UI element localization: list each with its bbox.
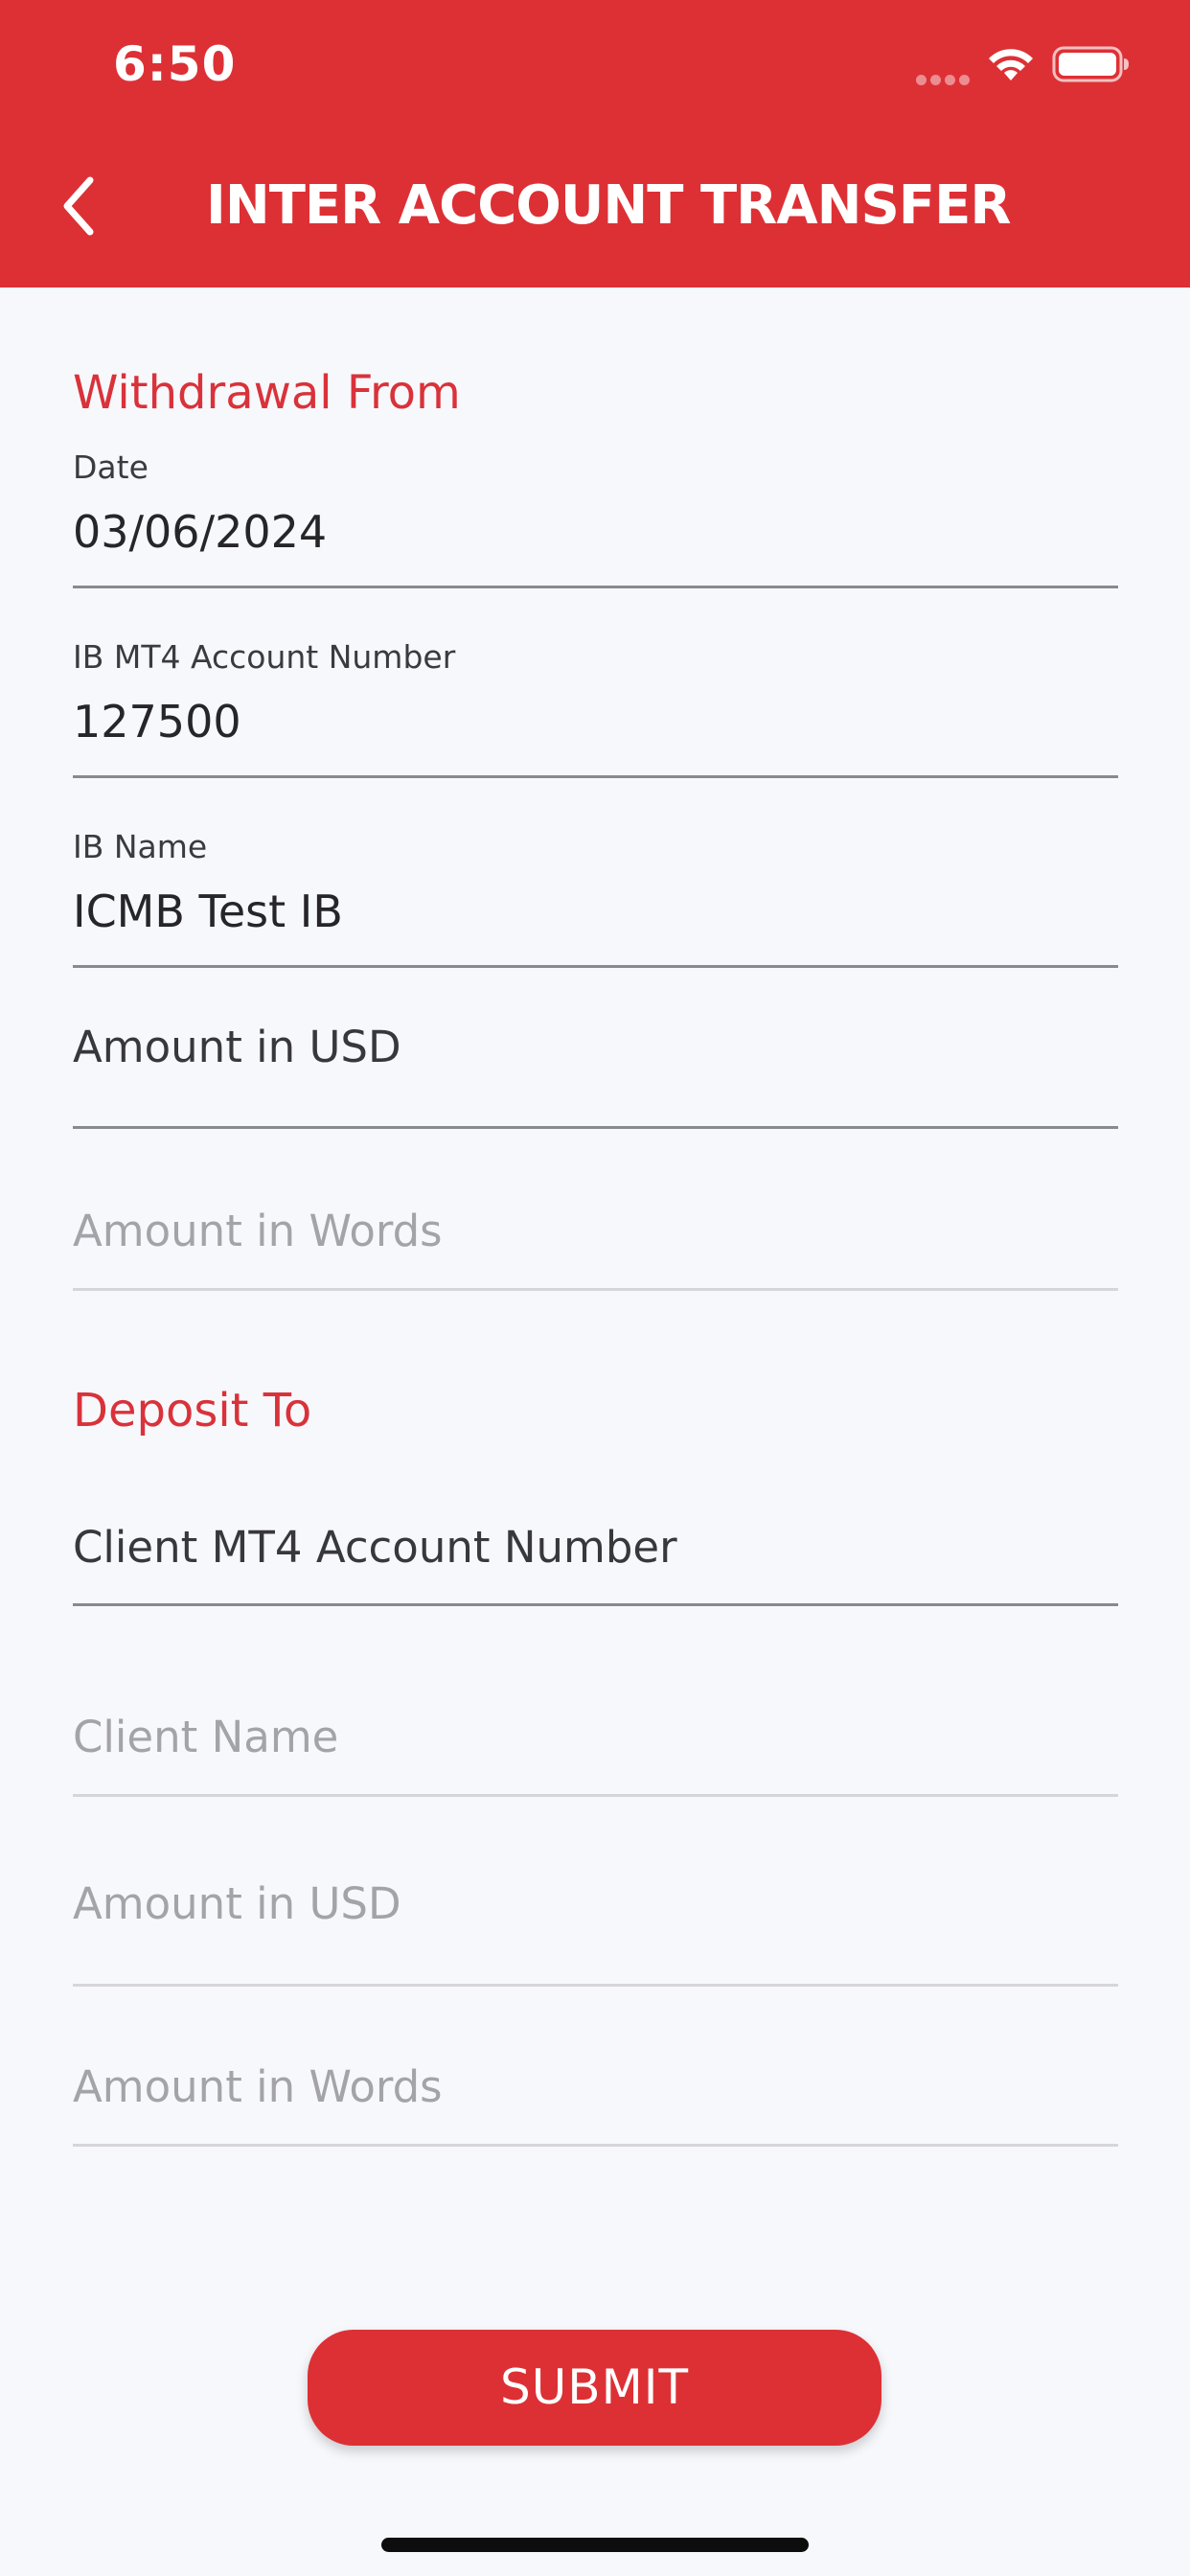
ib-account-field[interactable]: 127500 (73, 696, 241, 748)
client-name-field[interactable]: Client Name (73, 1712, 338, 1762)
withdrawal-section-title: Withdrawal From (73, 366, 461, 420)
screen: 6:50 INTER ACCOUNT TRANSFER Withdrawal F… (0, 0, 1190, 2576)
withdrawal-amount-usd-field[interactable]: Amount in USD (73, 1022, 401, 1072)
client-name-underline (73, 1794, 1118, 1797)
deposit-amount-usd-field[interactable]: Amount in USD (73, 1878, 401, 1929)
deposit-amount-words-underline (73, 2144, 1118, 2147)
ib-account-label: IB MT4 Account Number (73, 638, 456, 676)
wifi-icon (989, 49, 1033, 80)
client-account-field[interactable]: Client MT4 Account Number (73, 1522, 677, 1573)
page-title: INTER ACCOUNT TRANSFER (206, 174, 1011, 237)
withdrawal-amount-words-underline (73, 1288, 1118, 1291)
deposit-amount-words-field[interactable]: Amount in Words (73, 2061, 443, 2112)
date-label: Date (73, 448, 149, 486)
ib-name-field[interactable]: ICMB Test IB (73, 886, 343, 937)
cellular-signal-icon (916, 71, 973, 85)
withdrawal-amount-usd-underline (73, 1126, 1118, 1129)
ib-name-label: IB Name (73, 828, 208, 865)
date-field[interactable]: 03/06/2024 (73, 506, 327, 558)
ib-name-underline (73, 965, 1118, 968)
date-field-underline (73, 586, 1118, 588)
deposit-amount-usd-underline (73, 1984, 1118, 1987)
submit-button[interactable]: SUBMIT (308, 2330, 881, 2446)
battery-icon (1052, 46, 1129, 82)
chevron-left-icon[interactable] (56, 172, 103, 240)
app-header: 6:50 INTER ACCOUNT TRANSFER (0, 0, 1190, 288)
client-account-underline (73, 1603, 1118, 1606)
home-indicator (381, 2538, 809, 2552)
ib-account-underline (73, 775, 1118, 778)
withdrawal-amount-words-field[interactable]: Amount in Words (73, 1206, 443, 1256)
status-time: 6:50 (113, 36, 237, 92)
deposit-section-title: Deposit To (73, 1384, 312, 1438)
